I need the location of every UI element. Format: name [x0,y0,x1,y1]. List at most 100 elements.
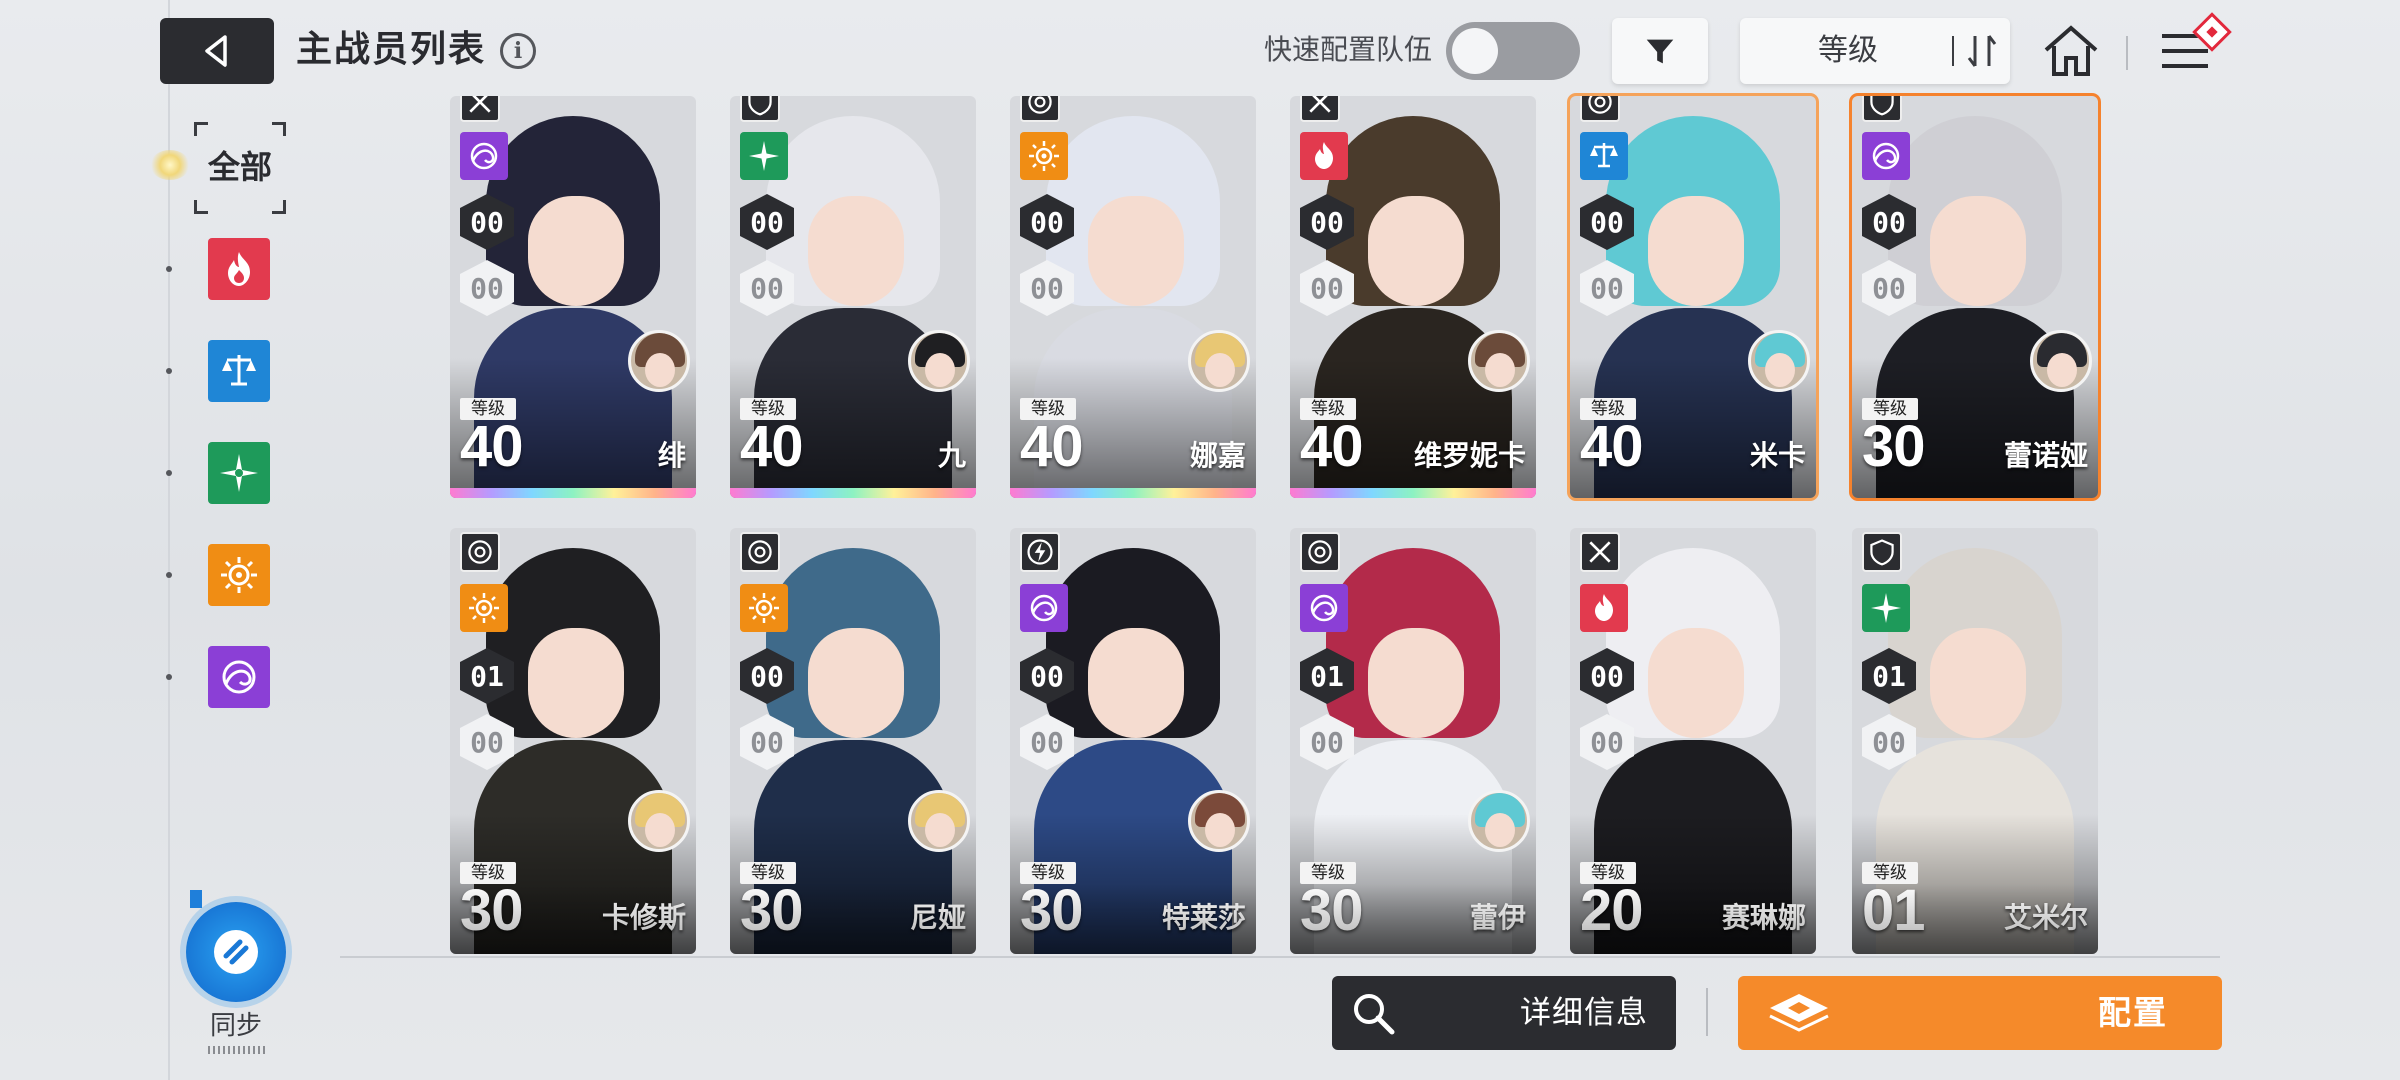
target-icon [740,532,780,572]
support-face [925,813,955,847]
support-face [645,353,675,387]
rail-dot [166,470,172,476]
sort-label: 等级 [1818,33,1878,68]
search-icon [1354,994,1395,1035]
toggle-knob [1452,28,1498,74]
level-value: 30 [460,878,524,943]
quick-config-label: 快速配置队伍 [1264,33,1433,66]
level-value: 30 [1862,414,1926,479]
support-face [1485,813,1515,847]
character-card[interactable]: 00 00 等级 40 维罗妮卡 [1290,96,1536,498]
level-value: 30 [1020,878,1084,943]
support-face [645,813,675,847]
shield-icon [1862,532,1902,572]
detail-info-label: 详细信息 [1520,995,1648,1031]
filter-all[interactable]: 全部 [194,122,286,214]
filter-electric[interactable] [208,544,270,606]
level-value: 30 [1300,878,1364,943]
character-name: 尼娅 [909,901,966,934]
character-card[interactable]: 00 00 等级 30 尼娅 [730,528,976,954]
support-avatar [908,790,970,852]
info-icon[interactable]: i [500,33,536,69]
element-icon [460,132,508,180]
shield-icon [740,96,780,122]
character-card[interactable]: 01 00 等级 30 蕾伊 [1290,528,1536,954]
support-avatar [628,330,690,392]
element-icon [1580,132,1628,180]
config-label: 配置 [2098,993,2168,1032]
stack-layers-icon [1769,994,1829,1032]
sync-link-icon [214,930,258,974]
sun-gear-icon [221,557,257,593]
rarity-bar [450,488,696,498]
support-face [1485,353,1515,387]
home-icon[interactable] [2040,20,2102,82]
sort-dropdown[interactable]: 等级 [1740,18,2010,84]
filter-wind[interactable] [208,442,270,504]
filter-fire[interactable] [208,238,270,300]
target-icon [1580,96,1620,122]
character-name: 蕾伊 [1469,901,1526,934]
portrait-face [1930,196,2026,306]
sort-separator [1952,36,1954,66]
target-icon [460,532,500,572]
character-name: 九 [937,439,966,472]
funnel-icon [1646,39,1674,64]
detail-info-button[interactable]: 详细信息 [1332,976,1676,1050]
rarity-bar [1290,488,1536,498]
support-face [925,353,955,387]
character-card[interactable]: 00 00 等级 40 米卡 [1570,96,1816,498]
character-name: 赛琳娜 [1721,901,1806,934]
element-icon [1300,584,1348,632]
support-face [2047,353,2077,387]
spiral-icon [222,660,256,694]
level-value: 40 [460,414,524,479]
element-icon [460,584,508,632]
bracket-corner [272,122,286,136]
quick-config-toggle[interactable] [1446,22,1580,80]
character-card[interactable]: 00 00 等级 30 蕾诺娅 [1852,96,2098,498]
portrait-face [1930,628,2026,738]
sort-order-icon[interactable] [1964,32,2000,70]
flame-icon [228,252,250,286]
sync-code-bars [208,1046,268,1054]
back-button[interactable] [160,18,274,84]
level-value: 40 [1580,414,1644,479]
character-name: 维罗妮卡 [1413,439,1526,472]
swords-icon [1300,96,1340,122]
character-card[interactable]: 01 00 等级 30 卡修斯 [450,528,696,954]
support-avatar [908,330,970,392]
swords-icon [1580,532,1620,572]
page-title: 主战员列表 [296,29,487,70]
character-card[interactable]: 00 00 等级 20 赛琳娜 [1570,528,1816,954]
character-card[interactable]: 00 00 等级 40 绯 [450,96,696,498]
element-icon [1300,132,1348,180]
support-avatar [1188,790,1250,852]
character-card[interactable]: 01 00 等级 01 艾米尔 [1852,528,2098,954]
element-icon [1020,584,1068,632]
character-card[interactable]: 00 00 等级 40 九 [730,96,976,498]
element-icon [740,132,788,180]
level-value: 01 [1862,878,1926,943]
scales-icon [222,355,256,386]
config-button[interactable]: 配置 [1738,976,2222,1050]
character-name: 蕾诺娅 [2003,439,2088,472]
element-icon [1862,132,1910,180]
bracket-corner [194,122,208,136]
filter-button[interactable] [1612,18,1708,84]
filter-void[interactable] [208,646,270,708]
rail-dot [166,368,172,374]
character-name: 米卡 [1749,439,1806,472]
filter-balance[interactable] [208,340,270,402]
back-arrow-icon [205,35,227,67]
support-face [1765,353,1795,387]
character-card[interactable]: 00 00 等级 40 娜嘉 [1010,96,1256,498]
character-card[interactable]: 00 00 等级 30 特莱莎 [1010,528,1256,954]
rarity-bar [1010,488,1256,498]
bracket-corner [272,200,286,214]
portrait-face [1648,196,1744,306]
sync-button[interactable] [186,902,286,1002]
compass-star-icon [220,454,258,492]
rarity-bar [730,488,976,498]
element-icon [740,584,788,632]
